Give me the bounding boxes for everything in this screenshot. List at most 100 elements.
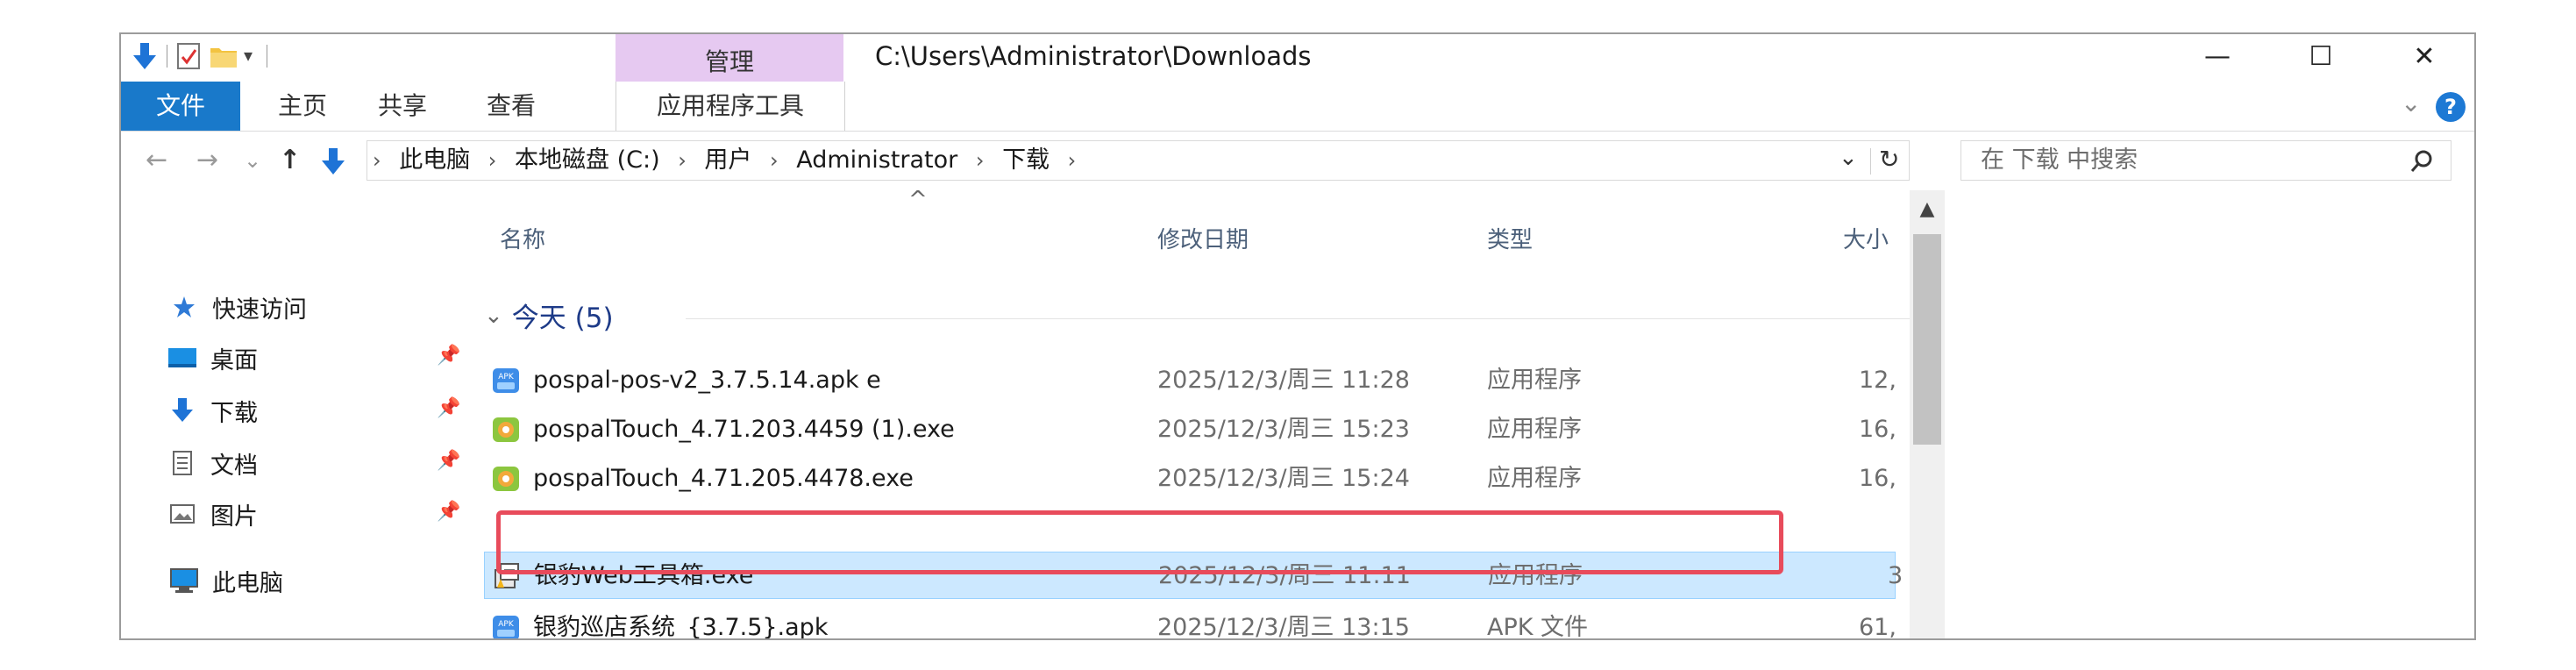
list-item[interactable]: APK 银豹巡店系统_{3.7.5}.apk 2025/12/3/周三 13:1… — [484, 604, 1896, 640]
breadcrumb-downloads[interactable]: 下载 — [1002, 146, 1050, 174]
scroll-up-icon[interactable]: ▲ — [1910, 190, 1945, 229]
nav-item-label: 图片 — [210, 502, 258, 531]
file-size: 16, — [1859, 465, 1896, 492]
column-header-type[interactable]: 类型 — [1487, 222, 1533, 254]
breadcrumb-separator[interactable]: › — [976, 148, 985, 173]
group-divider — [686, 318, 1941, 319]
title-bar: ▾ 管理 C:\Users\Administrator\Downloads — … — [121, 34, 2474, 82]
breadcrumb-separator[interactable]: › — [373, 148, 381, 173]
pin-icon[interactable]: 📌 — [437, 501, 460, 523]
sort-ascending-icon: ^ — [908, 187, 928, 213]
file-type: APK 文件 — [1487, 614, 1589, 640]
address-bar-controls: ⌄ ↻ — [1830, 141, 1909, 182]
breadcrumb-separator[interactable]: › — [1068, 148, 1077, 173]
download-arrow-icon[interactable] — [132, 41, 158, 71]
documents-icon — [165, 450, 200, 476]
file-size: 12, — [1859, 367, 1896, 394]
nav-item-label: 此电脑 — [212, 569, 283, 597]
desktop-folder-icon — [165, 345, 200, 371]
column-header-date[interactable]: 修改日期 — [1157, 222, 1249, 254]
pin-icon[interactable]: 📌 — [437, 397, 460, 419]
breadcrumb-this-pc[interactable]: 此电脑 — [399, 146, 470, 174]
file-name: 银豹巡店系统_{3.7.5}.apk — [533, 614, 829, 640]
file-type: 应用程序 — [1487, 465, 1582, 492]
manage-context-label: 管理 — [704, 47, 754, 76]
file-name: pospalTouch_4.71.203.4459 (1).exe — [533, 416, 955, 443]
customize-qat-icon[interactable]: ▾ — [244, 45, 253, 66]
nav-item-downloads[interactable]: 下载 — [165, 388, 258, 432]
breadcrumb: › 此电脑 › 本地磁盘 (C:) › 用户 › Administrator ›… — [373, 141, 1086, 182]
tab-view[interactable]: 查看 — [472, 82, 551, 131]
list-item[interactable]: pospalTouch_4.71.205.4478.exe 2025/12/3/… — [484, 455, 1896, 502]
file-size: 3 — [1888, 562, 1904, 589]
file-size: 16, — [1859, 416, 1896, 443]
navigation-pane: 快速访问 桌面 📌 下载 📌 文档 📌 图片 📌 此电脑 — [121, 190, 472, 638]
pin-icon[interactable]: 📌 — [437, 450, 460, 472]
file-size: 61, — [1859, 614, 1896, 640]
breadcrumb-separator[interactable]: › — [488, 148, 497, 173]
breadcrumb-separator[interactable]: › — [678, 148, 687, 173]
group-header-today[interactable]: ⌄ 今天 (5) — [484, 296, 614, 335]
expand-ribbon-icon[interactable]: ⌄ — [2401, 89, 2421, 118]
nav-item-label: 文档 — [210, 452, 258, 480]
nav-quick-access-label: 快速访问 — [212, 296, 307, 324]
refresh-icon[interactable]: ↻ — [1879, 145, 1899, 174]
highlight-annotation-box — [496, 510, 1783, 574]
list-item[interactable]: pospalTouch_4.71.203.4459 (1).exe 2025/1… — [484, 406, 1896, 453]
tab-application-tools[interactable]: 应用程序工具 — [616, 82, 845, 131]
group-header-label: 今天 (5) — [511, 303, 614, 334]
search-placeholder: 在 下载 中搜索 — [1981, 146, 2138, 174]
navigation-bar: ← → ⌄ ↑ › 此电脑 › 本地磁盘 (C:) › 用户 › Adminis… — [121, 132, 2474, 189]
search-box[interactable]: 在 下载 中搜索 — [1960, 140, 2451, 181]
file-name: pospal-pos-v2_3.7.5.14.apk e — [533, 367, 881, 394]
nav-item-label: 下载 — [210, 399, 258, 427]
maximize-button[interactable]: ☐ — [2269, 34, 2373, 78]
star-icon — [167, 294, 202, 320]
properties-icon[interactable] — [175, 41, 202, 71]
close-button[interactable]: ✕ — [2373, 34, 2474, 78]
breadcrumb-separator[interactable]: › — [770, 148, 779, 173]
minimize-button[interactable]: — — [2166, 34, 2269, 78]
computer-icon — [167, 567, 202, 594]
breadcrumb-users[interactable]: 用户 — [704, 146, 751, 174]
nav-item-documents[interactable]: 文档 — [165, 441, 258, 485]
svg-text:APK: APK — [498, 373, 515, 381]
forward-button[interactable]: → — [196, 132, 218, 189]
manage-context-band: 管理 — [616, 34, 843, 82]
help-icon[interactable]: ? — [2436, 92, 2466, 122]
nav-item-desktop[interactable]: 桌面 — [165, 336, 258, 380]
tab-file[interactable]: 文件 — [121, 82, 240, 131]
new-folder-icon[interactable] — [209, 41, 238, 71]
scrollbar-thumb[interactable] — [1913, 234, 1941, 445]
nav-item-pictures[interactable]: 图片 — [165, 492, 258, 536]
search-icon[interactable] — [2409, 148, 2435, 175]
file-type: 应用程序 — [1487, 416, 1582, 443]
apk-icon: APK — [491, 367, 521, 395]
nav-item-this-pc[interactable]: 此电脑 — [167, 559, 283, 602]
address-separator — [1870, 148, 1871, 175]
address-bar[interactable]: › 此电脑 › 本地磁盘 (C:) › 用户 › Administrator ›… — [322, 140, 1910, 182]
recent-locations-button[interactable]: ⌄ — [244, 132, 261, 189]
up-button[interactable]: ↑ — [279, 132, 301, 189]
column-header-size[interactable]: 大小 — [1843, 222, 1889, 254]
tab-home[interactable]: 主页 — [263, 82, 342, 131]
file-type: 应用程序 — [1487, 367, 1582, 394]
pin-icon[interactable]: 📌 — [437, 345, 460, 367]
file-date: 2025/12/3/周三 11:28 — [1157, 367, 1410, 394]
nav-item-label: 桌面 — [210, 346, 258, 374]
vertical-scrollbar[interactable]: ▲ — [1910, 190, 1945, 638]
download-arrow-icon — [165, 397, 200, 424]
list-item[interactable]: APK pospal-pos-v2_3.7.5.14.apk e 2025/12… — [484, 357, 1896, 404]
tab-share[interactable]: 共享 — [363, 82, 442, 131]
pictures-icon — [165, 501, 200, 527]
pospal-app-icon — [491, 416, 521, 444]
file-date: 2025/12/3/周三 15:24 — [1157, 465, 1410, 492]
nav-quick-access[interactable]: 快速访问 — [167, 285, 307, 329]
pospal-app-icon — [491, 465, 521, 493]
breadcrumb-local-disk[interactable]: 本地磁盘 (C:) — [515, 146, 660, 174]
file-date: 2025/12/3/周三 13:15 — [1157, 614, 1410, 640]
column-header-name[interactable]: 名称 — [500, 222, 545, 254]
breadcrumb-administrator[interactable]: Administrator — [796, 146, 957, 174]
address-dropdown-icon[interactable]: ⌄ — [1839, 145, 1858, 171]
back-button[interactable]: ← — [146, 132, 167, 189]
